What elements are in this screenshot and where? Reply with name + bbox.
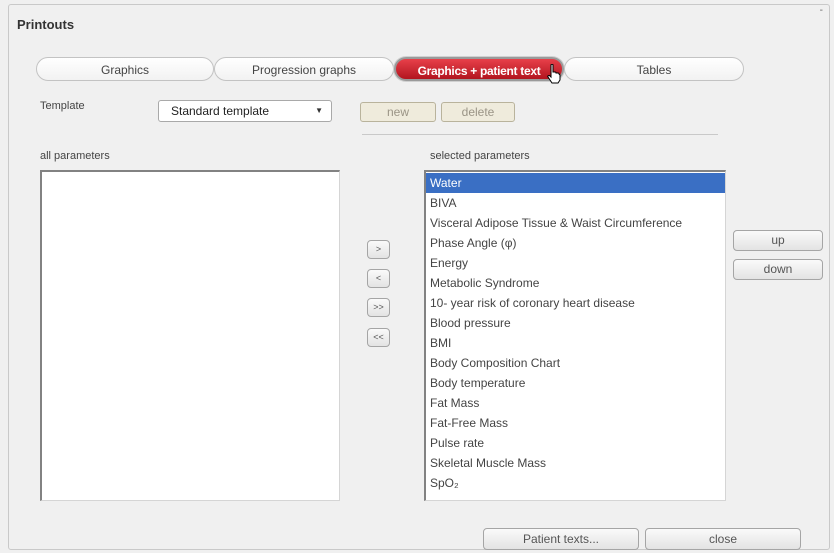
list-item[interactable]: BMI (426, 333, 725, 353)
list-item[interactable]: Body Composition Chart (426, 353, 725, 373)
list-item[interactable]: Fat-Free Mass (426, 413, 725, 433)
tab-graphics[interactable]: Graphics (36, 57, 214, 81)
chevron-down-icon: ▼ (315, 106, 323, 115)
tab-progression-graphs[interactable]: Progression graphs (214, 57, 394, 81)
list-item[interactable]: SpO₂ (426, 473, 725, 493)
list-item[interactable]: Metabolic Syndrome (426, 273, 725, 293)
add-all-parameters-button[interactable]: >> (367, 298, 390, 317)
remove-parameter-button[interactable]: < (367, 269, 390, 288)
list-item[interactable]: Pulse rate (426, 433, 725, 453)
move-up-button[interactable]: up (733, 230, 823, 251)
list-item[interactable]: Fat Mass (426, 393, 725, 413)
selected-parameters-list[interactable]: Water BIVA Visceral Adipose Tissue & Wai… (424, 170, 726, 501)
template-label: Template (40, 100, 85, 112)
list-item[interactable]: BIVA (426, 193, 725, 213)
tab-tables[interactable]: Tables (564, 57, 744, 81)
all-parameters-list[interactable] (40, 170, 340, 501)
delete-template-button[interactable]: delete (441, 102, 515, 122)
remove-all-parameters-button[interactable]: << (367, 328, 390, 347)
list-item[interactable]: Water (426, 173, 725, 193)
close-button[interactable]: close (645, 528, 801, 550)
add-parameter-button[interactable]: > (367, 240, 390, 259)
patient-texts-button[interactable]: Patient texts... (483, 528, 639, 550)
window-title: Printouts (17, 17, 75, 32)
new-template-button[interactable]: new (360, 102, 436, 122)
list-item[interactable]: Energy (426, 253, 725, 273)
window-close-icon[interactable]: - (820, 5, 823, 16)
all-parameters-label: all parameters (40, 150, 110, 162)
list-item[interactable]: Blood pressure (426, 313, 725, 333)
move-down-button[interactable]: down (733, 259, 823, 280)
list-item[interactable]: Body temperature (426, 373, 725, 393)
list-item[interactable]: Skeletal Muscle Mass (426, 453, 725, 473)
selected-parameters-label: selected parameters (430, 150, 530, 162)
divider (362, 134, 718, 135)
list-item[interactable]: 10- year risk of coronary heart disease (426, 293, 725, 313)
template-select[interactable]: Standard template ▼ (158, 100, 332, 122)
tab-graphics-patient-text[interactable]: Graphics + patient text (394, 57, 564, 81)
list-item[interactable]: Phase Angle (φ) (426, 233, 725, 253)
hand-pointer-icon (547, 64, 561, 84)
template-select-value: Standard template (171, 104, 270, 118)
list-item[interactable]: Visceral Adipose Tissue & Waist Circumfe… (426, 213, 725, 233)
